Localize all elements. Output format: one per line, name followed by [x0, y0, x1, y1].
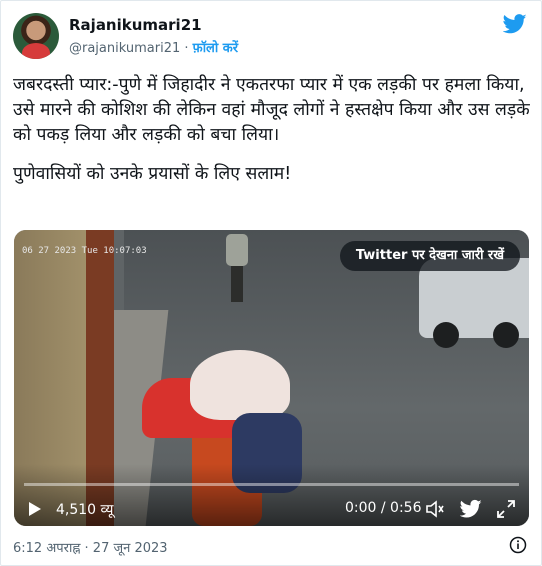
- tweet-timestamp[interactable]: 6:12 अपराह्न · 27 जून 2023: [13, 538, 168, 556]
- continue-on-twitter-button[interactable]: Twitter पर देखना जारी रखें: [339, 241, 520, 271]
- video-time: 0:00 / 0:56: [345, 500, 422, 516]
- progress-bar[interactable]: [24, 483, 519, 486]
- fullscreen-icon[interactable]: [496, 499, 516, 519]
- camera-timestamp: 06 27 2023 Tue 10:07:03: [22, 246, 147, 256]
- separator: ·: [184, 41, 189, 56]
- twitter-bird-icon[interactable]: [460, 499, 482, 519]
- view-count: 4,510 व्यू: [56, 502, 114, 518]
- twitter-bird-icon[interactable]: [503, 14, 527, 34]
- avatar[interactable]: [13, 13, 59, 59]
- video-controls: 4,510 व्यू 0:00 / 0:56: [14, 464, 529, 526]
- play-icon[interactable]: [26, 501, 42, 517]
- volume-icon[interactable]: [425, 499, 445, 519]
- follow-link[interactable]: फ़ॉलो करें: [193, 41, 238, 56]
- tweet-card: Rajanikumari21 @rajanikumari21 · फ़ॉलो क…: [0, 0, 542, 566]
- video-player[interactable]: 06 27 2023 Tue 10:07:03 Twitter पर देखना…: [14, 230, 529, 526]
- author-name[interactable]: Rajanikumari21: [69, 16, 202, 34]
- tweet-line-3: पुणेवासियों को उनके प्रयासों के लिए सलाम…: [13, 164, 292, 184]
- author-handle[interactable]: @rajanikumari21: [69, 41, 180, 56]
- info-icon[interactable]: [509, 536, 527, 554]
- author-handle-row: @rajanikumari21 · फ़ॉलो करें: [69, 38, 238, 56]
- tweet-text: जबरदस्ती प्यार:-पुणे में जिहादीर ने एकतर…: [13, 73, 533, 187]
- tweet-line-1: जबरदस्ती प्यार:-पुणे में जिहादीर ने एकतर…: [13, 75, 525, 95]
- tweet-line-2: उसे मारने की कोशिश की लेकिन वहां मौजूद ल…: [13, 100, 530, 145]
